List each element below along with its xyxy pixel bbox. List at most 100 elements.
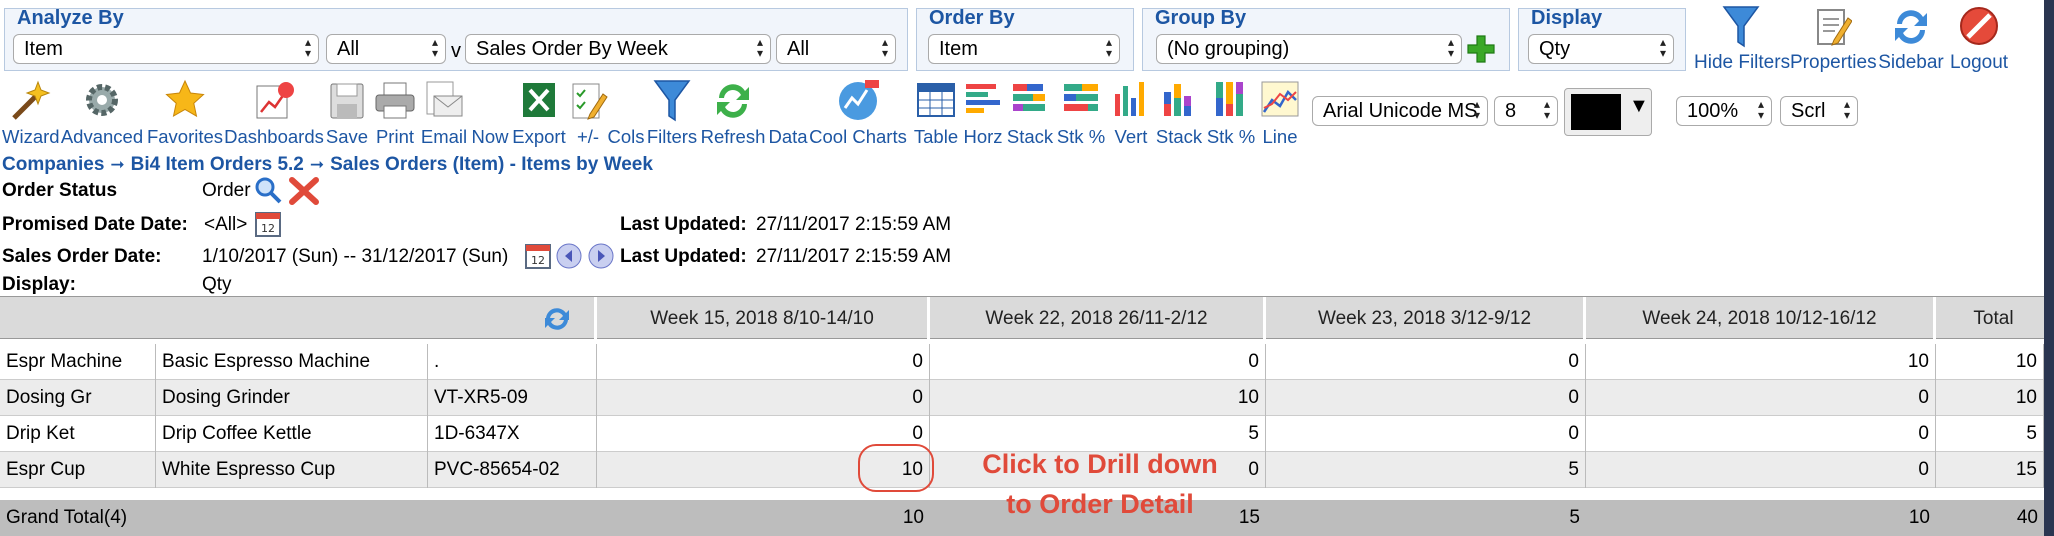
filters-button[interactable]: Filters (644, 78, 700, 148)
previous-period-icon[interactable] (556, 243, 582, 269)
value-cell[interactable]: 0 (1586, 416, 1936, 452)
wizard-button[interactable]: Wizard (2, 78, 60, 148)
column-header[interactable]: Week 24, 2018 10/12-16/12 (1586, 297, 1936, 340)
value-cell[interactable]: 5 (1266, 452, 1586, 488)
item-code-cell[interactable]: Dosing Gr (0, 380, 156, 416)
breadcrumb-report-group[interactable]: Bi4 Item Orders 5.2 (131, 154, 304, 175)
value-cell[interactable]: 0 (1586, 380, 1936, 416)
value-cell[interactable]: 0 (1266, 416, 1586, 452)
item-code-cell[interactable]: Drip Ket (0, 416, 156, 452)
breadcrumb: Companies ➞ Bi4 Item Orders 5.2 ➞ Sales Orde… (2, 154, 653, 176)
total-cell[interactable]: 5 (1936, 416, 2044, 452)
percent-stacked-bar-icon (1064, 84, 1098, 111)
total-cell[interactable]: 15 (1936, 452, 2044, 488)
stk-pct-vert-button[interactable]: Stk % (1204, 78, 1258, 148)
percent-stacked-column-icon (1216, 82, 1243, 116)
display-title: Display (1531, 7, 1603, 29)
sidebar-button[interactable]: Sidebar (1876, 4, 1946, 74)
item-code-cell[interactable]: Espr Cup (0, 452, 156, 488)
scroll-select[interactable]: Scrl (1780, 96, 1858, 126)
order-status-label: Order Status (2, 180, 118, 201)
line-label: Line (1262, 126, 1298, 147)
table-label: Table (913, 126, 959, 147)
clear-filter-icon[interactable] (288, 176, 320, 206)
logout-button[interactable]: Logout (1946, 4, 2012, 74)
checklist-icon (572, 83, 608, 120)
stack-vert-button[interactable]: Stack (1154, 78, 1204, 148)
value-cell[interactable]: 10 (1586, 344, 1936, 380)
breadcrumb-current: Sales Orders (Item) - Items by Week (330, 154, 653, 175)
order-by-select[interactable]: Item (928, 34, 1120, 64)
data-button[interactable]: Data (766, 78, 810, 148)
grand-total-cell[interactable]: 40 (1936, 500, 2044, 536)
column-header[interactable]: Week 15, 2018 8/10-14/10 (597, 297, 930, 340)
value-cell[interactable]: 0 (1586, 452, 1936, 488)
filters-label: Filters (646, 126, 698, 147)
now-button[interactable]: Now (470, 78, 510, 148)
total-cell[interactable]: 10 (1936, 344, 2044, 380)
stk-pct-horz-button[interactable]: Stk % (1054, 78, 1108, 148)
gear-icon (86, 84, 118, 116)
font-select[interactable]: Arial Unicode MS (1312, 96, 1488, 126)
total-cell[interactable]: 10 (1936, 380, 2044, 416)
analyze-item-select[interactable]: Item (13, 34, 319, 64)
column-header[interactable]: Total (1936, 297, 2054, 340)
value-cell[interactable]: 0 (1266, 344, 1586, 380)
value-cell[interactable]: 0 (930, 344, 1266, 380)
properties-icon (1817, 9, 1852, 46)
dashboards-label: Dashboards (224, 126, 324, 147)
analyze-item-filter-select[interactable]: All (326, 34, 446, 64)
display-select[interactable]: Qty (1528, 34, 1674, 64)
add-group-icon[interactable] (1466, 34, 1496, 64)
grand-total-cell[interactable]: 10 (1586, 500, 1936, 536)
cols-label: Cols (607, 126, 645, 147)
item-code-cell[interactable]: Espr Machine (0, 344, 156, 380)
refresh-button[interactable]: Refresh (700, 78, 766, 148)
swap-icon[interactable] (540, 304, 574, 334)
email-button[interactable]: Email (418, 78, 470, 148)
calendar-icon[interactable]: 12 (254, 210, 282, 238)
value-cell[interactable]: 0 (597, 380, 930, 416)
value-cell[interactable]: 0 (597, 344, 930, 380)
color-picker[interactable]: ▼ (1564, 88, 1652, 136)
hide-filters-button[interactable]: Hide Filters (1694, 4, 1790, 74)
calendar-icon[interactable]: 12 (524, 242, 552, 270)
export-button[interactable]: Export (510, 78, 568, 148)
table-view-button[interactable]: Table (912, 78, 960, 148)
vertical-bar-chart-icon (1115, 82, 1144, 116)
horz-chart-button[interactable]: Horz (960, 78, 1006, 148)
app-window: Analyze By Item All v Sales Order By Wee… (0, 0, 2054, 536)
column-header[interactable]: Week 23, 2018 3/12-9/12 (1266, 297, 1586, 340)
vert-chart-button[interactable]: Vert (1108, 78, 1154, 148)
cool-charts-button[interactable]: Cool Charts (808, 78, 908, 148)
value-cell[interactable]: 10 (930, 380, 1266, 416)
horizontal-bar-chart-icon (966, 84, 1000, 113)
horz-label: Horz (963, 126, 1003, 147)
next-period-icon[interactable] (588, 243, 614, 269)
item-description-cell: White Espresso Cup (156, 452, 428, 488)
now-label: Now (471, 126, 509, 147)
breadcrumb-companies[interactable]: Companies (2, 154, 104, 175)
favorites-button[interactable]: Favorites (146, 78, 224, 148)
font-size-select[interactable]: 8 (1494, 96, 1558, 126)
dashboards-button[interactable]: Dashboards (224, 78, 324, 148)
email-icon (426, 81, 463, 117)
search-icon[interactable] (254, 176, 282, 204)
cols-button[interactable]: Cols (606, 78, 646, 148)
plusminus-button[interactable]: +/- (568, 78, 608, 148)
group-by-select[interactable]: (No grouping) (1156, 34, 1462, 64)
analyze-report-select[interactable]: Sales Order By Week (465, 34, 771, 64)
filter-icon (653, 80, 691, 122)
print-button[interactable]: Print (372, 78, 418, 148)
save-button[interactable]: Save (324, 78, 370, 148)
advanced-button[interactable]: Advanced (60, 78, 144, 148)
column-header[interactable]: Week 22, 2018 26/11-2/12 (930, 297, 1266, 340)
grand-total-cell[interactable]: 5 (1266, 500, 1586, 536)
zoom-select[interactable]: 100% (1676, 96, 1772, 126)
analyze-report-filter-select[interactable]: All (776, 34, 896, 64)
properties-button[interactable]: Properties (1790, 4, 1877, 74)
stack-horz-button[interactable]: Stack (1006, 78, 1054, 148)
line-chart-button[interactable]: Line (1258, 78, 1302, 148)
grand-total-cell[interactable]: 10 (597, 500, 930, 536)
value-cell[interactable]: 0 (1266, 380, 1586, 416)
